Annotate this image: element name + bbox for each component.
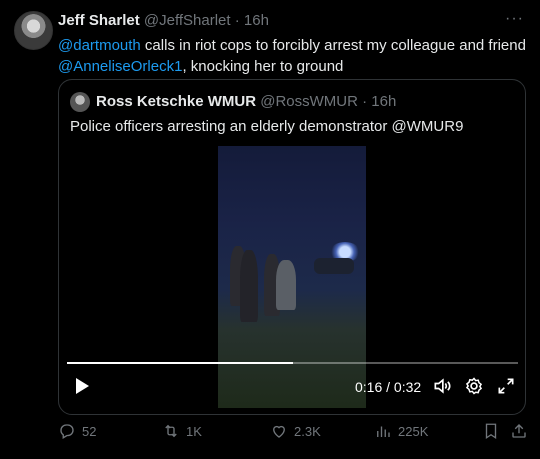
author-name[interactable]: Jeff Sharlet — [58, 12, 140, 29]
view-count: 225K — [398, 423, 429, 439]
tweet-text: @dartmouth calls in riot cops to forcibl… — [58, 35, 528, 77]
video-time: 0:16 / 0:32 — [355, 379, 422, 395]
time-separator: · — [234, 12, 240, 29]
mention-link[interactable]: @dartmouth — [58, 37, 141, 54]
reply-icon — [60, 424, 74, 439]
video-player[interactable]: 0:16 / 0:32 — [66, 146, 518, 408]
bookmark-icon[interactable] — [482, 422, 500, 440]
quoted-time-separator: · — [362, 93, 368, 110]
author-handle[interactable]: @JeffSharlet — [144, 12, 231, 29]
tweet-text-part: , knocking her to ground — [182, 58, 344, 75]
mention-link[interactable]: @AnneliseOrleck1 — [58, 58, 182, 75]
like-count: 2.3K — [294, 423, 321, 439]
tweet-text-part: calls in riot cops to forcibly arrest my… — [140, 37, 526, 54]
more-options-icon[interactable]: ··· — [505, 10, 524, 28]
volume-icon[interactable] — [432, 376, 452, 396]
like-button[interactable]: 2.3K — [270, 422, 321, 440]
video-progress-bar[interactable] — [67, 362, 518, 364]
views-button[interactable]: 225K — [374, 422, 428, 440]
reply-button[interactable]: 52 — [58, 422, 96, 440]
repost-button[interactable]: 1K — [162, 422, 202, 440]
quoted-tweet-header: Ross Ketschke WMUR @RossWMUR · 16h — [96, 93, 396, 110]
settings-icon[interactable] — [464, 376, 484, 396]
repost-count: 1K — [186, 423, 202, 439]
quoted-tweet-time: 16h — [371, 93, 397, 110]
tweet-time[interactable]: 16h — [244, 12, 269, 29]
fullscreen-icon[interactable] — [496, 376, 516, 396]
author-avatar[interactable] — [14, 11, 53, 50]
video-progress-fill — [67, 362, 293, 364]
play-icon[interactable] — [76, 378, 89, 394]
reply-count: 52 — [82, 423, 97, 439]
tweet-header: Jeff Sharlet @JeffSharlet · 16h — [58, 12, 269, 29]
share-icon[interactable] — [510, 422, 528, 440]
tweet-actions: 52 1K 2.3K 225K — [58, 420, 528, 444]
quoted-tweet[interactable]: Ross Ketschke WMUR @RossWMUR · 16h Polic… — [58, 79, 526, 415]
quoted-author-avatar — [70, 92, 90, 112]
like-icon — [273, 425, 285, 438]
video-frame — [218, 146, 366, 408]
quoted-author-handle: @RossWMUR — [260, 93, 358, 110]
views-icon — [377, 426, 390, 437]
repost-icon — [165, 424, 177, 438]
video-controls: 0:16 / 0:32 — [66, 372, 518, 402]
quoted-author-name: Ross Ketschke WMUR — [96, 93, 257, 110]
quoted-tweet-text: Police officers arresting an elderly dem… — [70, 118, 464, 135]
